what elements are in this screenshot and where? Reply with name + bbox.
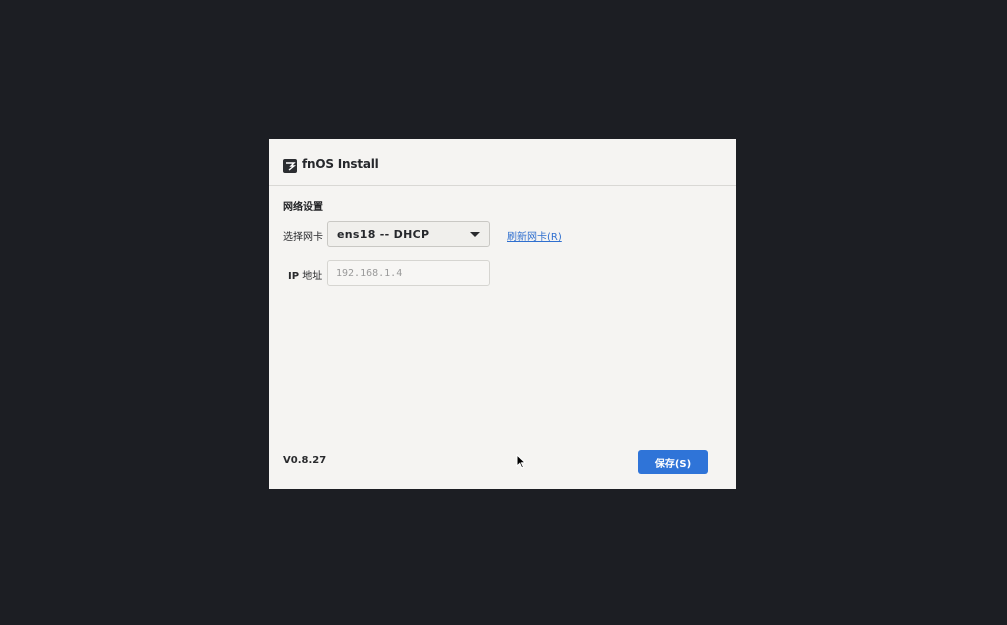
ip-label-suffix: 地址 [299, 271, 323, 282]
title-bar: fnOS Install [269, 139, 736, 186]
desktop: fnOS Install 网络设置 选择网卡 ens18 -- DHCP 刷新网… [0, 0, 1007, 625]
version-label: V0.8.27 [283, 455, 327, 466]
fnos-logo-icon [283, 159, 297, 173]
ip-address-input[interactable] [327, 260, 490, 286]
nic-select-value: ens18 -- DHCP [337, 228, 430, 241]
app-title: fnOS Install [302, 157, 379, 171]
ip-label: IP 地址 [288, 267, 322, 282]
ip-label-prefix: IP [288, 271, 300, 282]
section-title-network: 网络设置 [283, 202, 323, 213]
nic-select[interactable]: ens18 -- DHCP [327, 221, 490, 247]
nic-label: 选择网卡 [283, 232, 323, 243]
installer-window: fnOS Install 网络设置 选择网卡 ens18 -- DHCP 刷新网… [269, 139, 736, 489]
mouse-pointer-icon [516, 453, 527, 473]
refresh-nic-link[interactable]: 刷新网卡(R) [507, 228, 562, 243]
save-button[interactable]: 保存(S) [638, 450, 708, 474]
chevron-down-icon [470, 232, 480, 237]
